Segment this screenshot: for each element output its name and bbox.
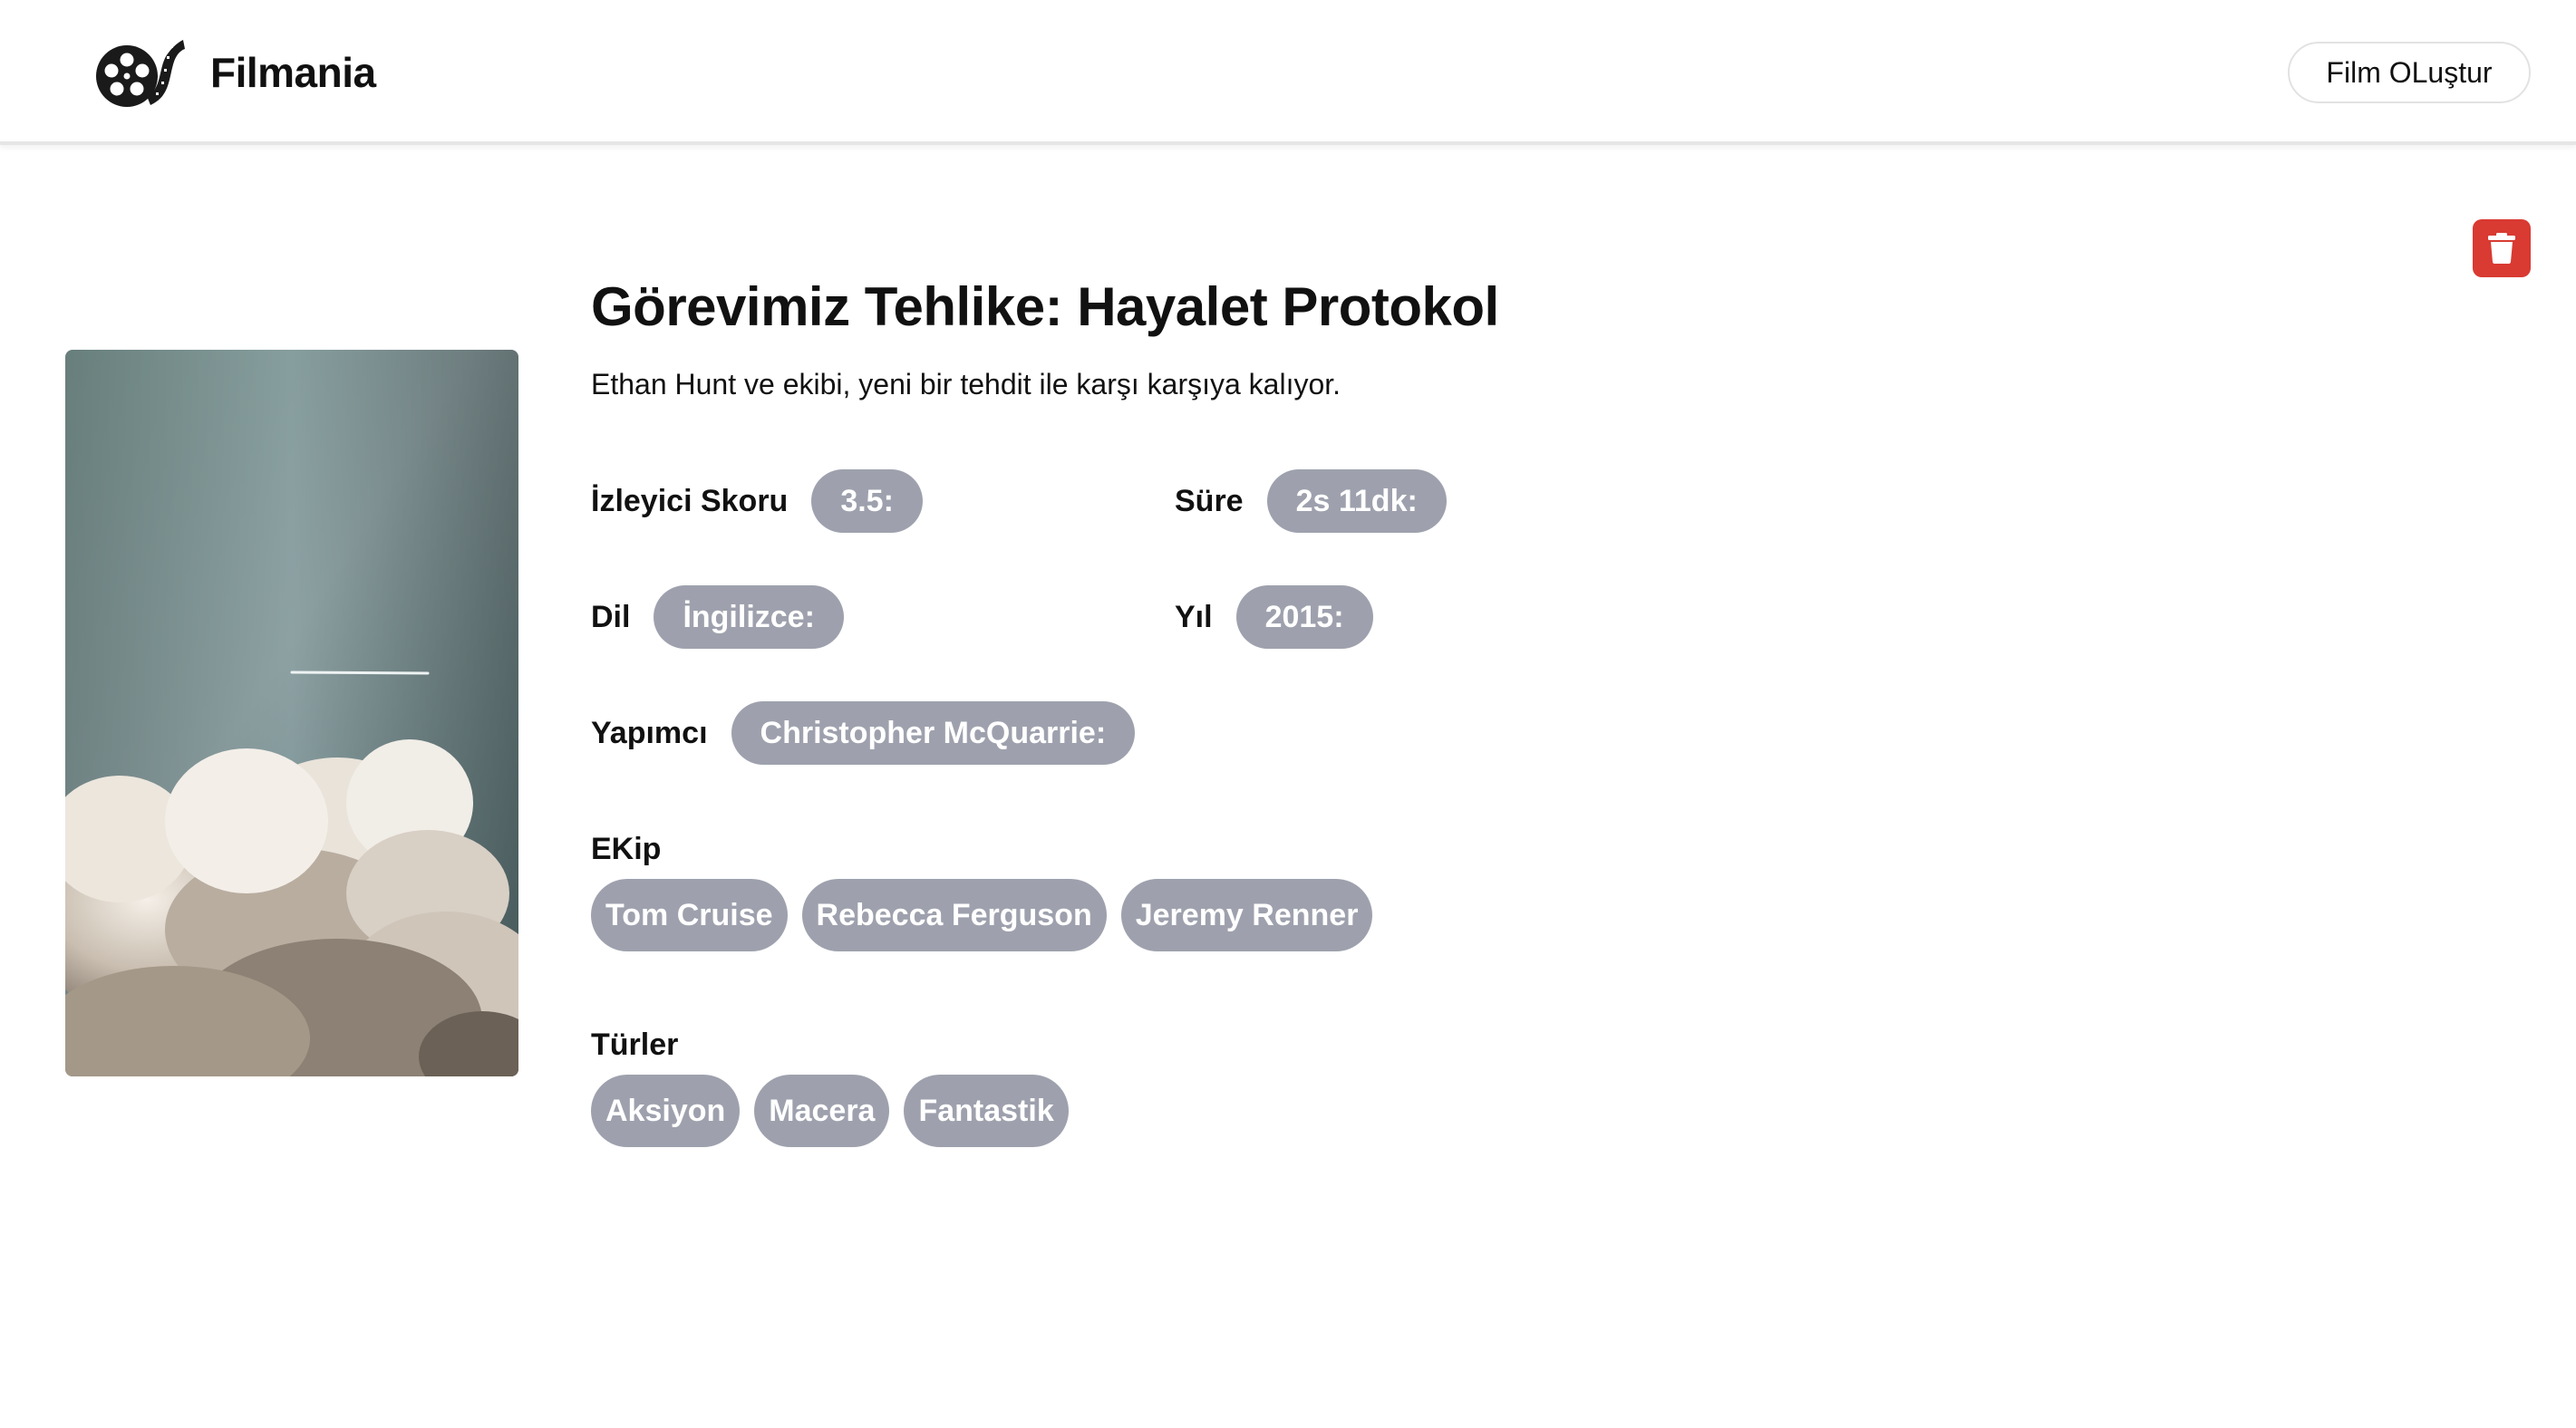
create-film-button[interactable]: Film OLuştur xyxy=(2288,42,2531,103)
language-label: Dil xyxy=(591,599,631,634)
genre-tag: Aksiyon xyxy=(591,1075,741,1147)
producer-label: Yapımcı xyxy=(591,715,708,750)
movie-poster xyxy=(65,350,518,1076)
movie-description: Ethan Hunt ve ekibi, yeni bir tehdit ile… xyxy=(591,368,1341,400)
genre-list: Aksiyon Macera Fantastik xyxy=(591,1075,1069,1147)
cast-member: Tom Cruise xyxy=(591,879,788,951)
brand[interactable]: Filmania xyxy=(91,33,376,112)
cast-label: EKip xyxy=(591,832,662,866)
cast-member: Jeremy Renner xyxy=(1120,879,1373,951)
genre-tag: Fantastik xyxy=(904,1075,1069,1147)
cast-member: Rebecca Ferguson xyxy=(801,879,1107,951)
score-field: İzleyici Skoru 3.5: xyxy=(591,469,923,533)
duration-label: Süre xyxy=(1175,483,1244,518)
trash-icon xyxy=(2488,233,2515,264)
delete-button[interactable] xyxy=(2473,219,2531,277)
film-reel-icon xyxy=(96,40,185,107)
score-label: İzleyici Skoru xyxy=(591,483,789,518)
duration-field: Süre 2s 11dk: xyxy=(1175,469,1447,533)
genres-label: Türler xyxy=(591,1028,679,1062)
language-field: Dil İngilizce: xyxy=(591,585,844,649)
top-navbar: Filmania Film OLuştur xyxy=(0,0,2576,145)
movie-title: Görevimiz Tehlike: Hayalet Protokol xyxy=(591,276,1499,337)
year-label: Yıl xyxy=(1175,599,1213,634)
duration-badge: 2s 11dk: xyxy=(1266,469,1447,533)
year-badge: 2015: xyxy=(1235,585,1373,649)
language-badge: İngilizce: xyxy=(654,585,844,649)
score-badge: 3.5: xyxy=(811,469,923,533)
genre-tag: Macera xyxy=(754,1075,890,1147)
brand-name: Filmania xyxy=(210,49,376,96)
year-field: Yıl 2015: xyxy=(1175,585,1373,649)
cast-list: Tom Cruise Rebecca Ferguson Jeremy Renne… xyxy=(591,879,1373,951)
producer-field: Yapımcı Christopher McQuarrie: xyxy=(591,701,1136,765)
producer-badge: Christopher McQuarrie: xyxy=(731,701,1136,765)
